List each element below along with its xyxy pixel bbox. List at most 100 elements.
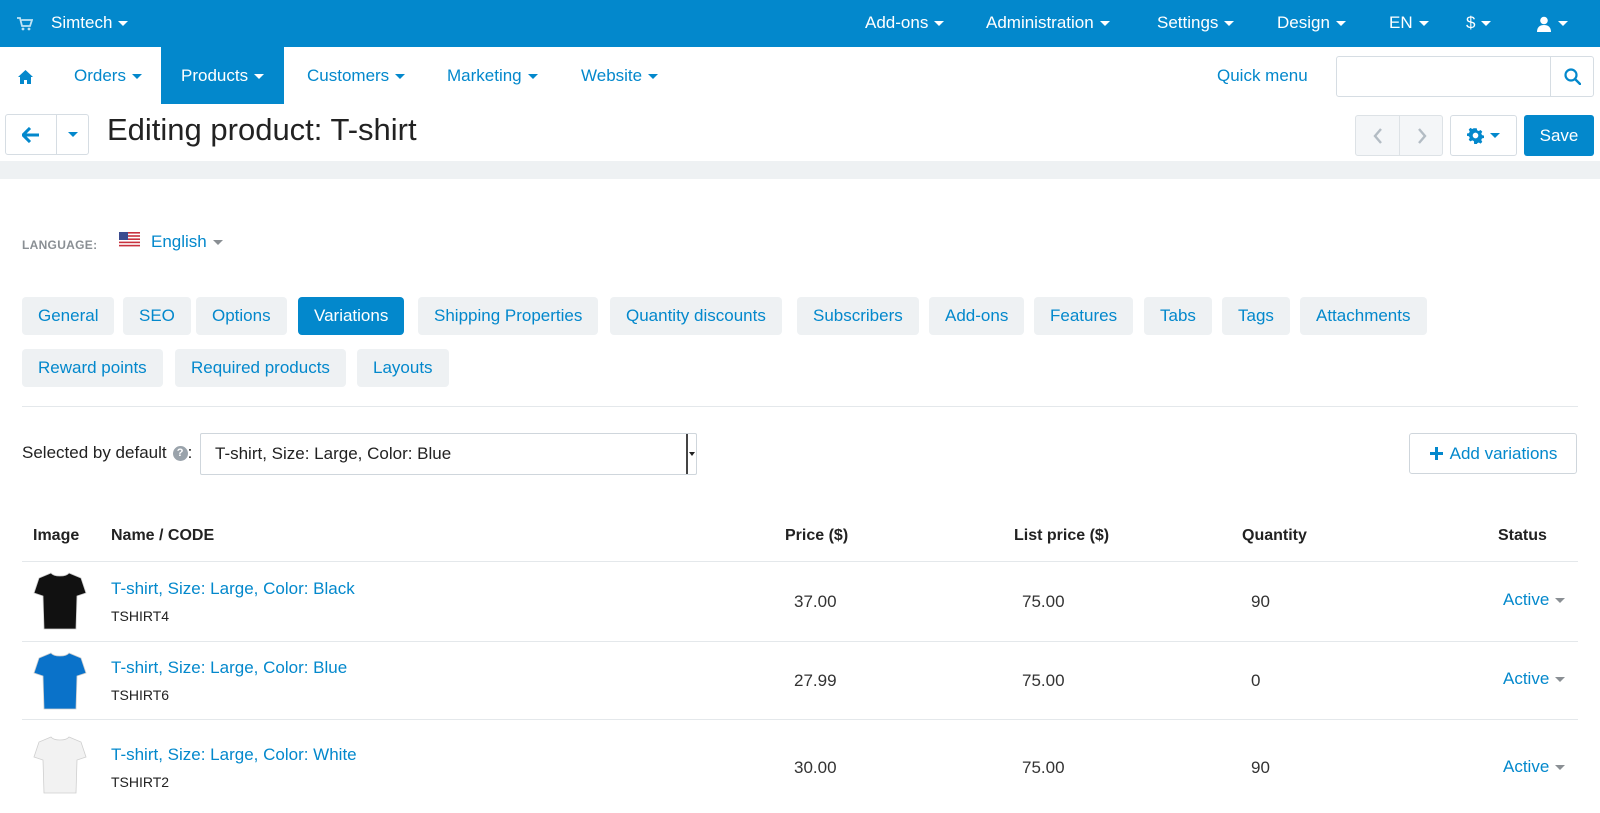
nav-customers[interactable]: Customers [307, 47, 406, 104]
nav-label: Orders [74, 66, 126, 85]
language-label: LANGUAGE: [22, 238, 98, 252]
menu-add-ons[interactable]: Add-ons [865, 0, 945, 47]
tab-layouts[interactable]: Layouts [357, 349, 449, 387]
product-thumbnail[interactable] [33, 735, 87, 795]
product-thumbnail[interactable] [33, 651, 87, 711]
variation-list-price[interactable]: 75.00 [1022, 671, 1065, 691]
menu-language[interactable]: EN [1389, 0, 1429, 47]
tab-tabs[interactable]: Tabs [1144, 297, 1212, 335]
add-variations-label: Add variations [1449, 443, 1558, 463]
menu-design[interactable]: Design [1277, 0, 1346, 47]
home-icon[interactable] [17, 47, 34, 104]
tab-tags[interactable]: Tags [1222, 297, 1290, 335]
tab-subscribers[interactable]: Subscribers [797, 297, 919, 335]
menu-label: Administration [986, 13, 1094, 32]
col-status[interactable]: Status [1498, 527, 1547, 545]
back-button[interactable] [5, 114, 57, 155]
divider [22, 719, 1578, 720]
chevron-down-icon [67, 132, 78, 137]
status-dropdown[interactable]: Active [1503, 590, 1566, 610]
variation-list-price[interactable]: 75.00 [1022, 758, 1065, 778]
tab-features[interactable]: Features [1034, 297, 1134, 335]
nav-website[interactable]: Website [581, 47, 659, 104]
store-switcher[interactable]: Simtech [51, 0, 129, 47]
tab-quantity-discounts[interactable]: Quantity discounts [610, 297, 782, 335]
variation-quantity[interactable]: 90 [1251, 592, 1270, 612]
variation-name-link[interactable]: T-shirt, Size: Large, Color: Black [111, 579, 355, 599]
chevron-down-icon [1555, 598, 1566, 604]
chevron-down-icon [1558, 21, 1568, 27]
chevron-down-icon [254, 74, 265, 80]
menu-label: Add-ons [865, 13, 929, 32]
status-value: Active [1503, 669, 1550, 688]
toolbar-shadow [0, 161, 1600, 179]
variation-name-link[interactable]: T-shirt, Size: Large, Color: White [111, 745, 357, 765]
variation-list-price[interactable]: 75.00 [1022, 592, 1065, 612]
status-dropdown[interactable]: Active [1503, 757, 1566, 777]
add-variations-button[interactable]: Add variations [1409, 433, 1577, 474]
chevron-down-icon [1099, 21, 1110, 27]
quick-menu-link[interactable]: Quick menu [1217, 47, 1308, 104]
status-value: Active [1503, 590, 1550, 609]
chevron-down-icon [1490, 133, 1500, 138]
back-dropdown-button[interactable] [56, 114, 89, 155]
language-value: English [151, 232, 207, 251]
nav-marketing[interactable]: Marketing [447, 47, 538, 104]
chevron-down-icon [934, 21, 945, 27]
variation-name-link[interactable]: T-shirt, Size: Large, Color: Blue [111, 658, 347, 678]
nav-label: Marketing [447, 66, 522, 85]
tab-required-products[interactable]: Required products [175, 349, 346, 387]
col-price[interactable]: Price ($) [785, 527, 848, 545]
chevron-left-icon [1372, 127, 1382, 144]
variation-quantity[interactable]: 90 [1251, 758, 1270, 778]
settings-button[interactable] [1450, 115, 1517, 156]
variation-price[interactable]: 27.99 [794, 671, 837, 691]
variation-price[interactable]: 37.00 [794, 592, 837, 612]
help-icon[interactable]: ? [172, 446, 188, 462]
product-thumbnail[interactable] [33, 571, 87, 631]
page-title: Editing product: T-shirt [107, 112, 417, 147]
product-nav-arrows [1355, 115, 1443, 156]
default-variation-select[interactable]: T-shirt, Size: Large, Color: Blue [200, 433, 697, 475]
chevron-down-icon [118, 21, 129, 27]
next-product-button[interactable] [1400, 116, 1444, 155]
chevron-down-icon [1418, 21, 1429, 27]
col-quantity[interactable]: Quantity [1242, 527, 1307, 545]
language-selector[interactable]: English [151, 232, 223, 252]
chevron-right-icon [1418, 127, 1427, 144]
nav-products[interactable]: Products [161, 47, 285, 104]
tab-variations[interactable]: Variations [298, 297, 405, 335]
col-name-code[interactable]: Name / CODE [111, 527, 214, 545]
menu-currency[interactable]: $ [1466, 0, 1492, 47]
menu-administration[interactable]: Administration [986, 0, 1110, 47]
select-value: T-shirt, Size: Large, Color: Blue [215, 444, 452, 463]
user-menu[interactable] [1536, 0, 1568, 47]
divider [22, 561, 1578, 562]
chevron-down-icon [1335, 21, 1346, 27]
chevron-down-icon [648, 74, 659, 80]
chevron-down-icon [1555, 765, 1566, 771]
search-button[interactable] [1550, 56, 1594, 97]
prev-product-button[interactable] [1356, 116, 1400, 155]
tab-attachments[interactable]: Attachments [1300, 297, 1427, 335]
tab-shipping-properties[interactable]: Shipping Properties [418, 297, 599, 335]
variation-quantity[interactable]: 0 [1251, 671, 1260, 691]
store-name: Simtech [51, 13, 113, 32]
nav-orders[interactable]: Orders [74, 47, 142, 104]
plus-icon [1429, 447, 1443, 460]
status-dropdown[interactable]: Active [1503, 669, 1566, 689]
col-list-price[interactable]: List price ($) [1014, 527, 1109, 545]
chevron-down-icon [131, 74, 142, 80]
menu-settings[interactable]: Settings [1157, 0, 1235, 47]
save-button[interactable]: Save [1524, 115, 1594, 156]
tab-add-ons[interactable]: Add-ons [929, 297, 1025, 335]
tab-general[interactable]: General [22, 297, 115, 335]
tab-options[interactable]: Options [196, 297, 287, 335]
variation-code: TSHIRT6 [111, 687, 170, 703]
cart-icon[interactable] [17, 0, 34, 47]
tab-reward-points[interactable]: Reward points [22, 349, 163, 387]
chevron-down-icon [527, 74, 538, 80]
tab-seo[interactable]: SEO [123, 297, 191, 335]
divider [22, 641, 1578, 642]
variation-price[interactable]: 30.00 [794, 758, 837, 778]
